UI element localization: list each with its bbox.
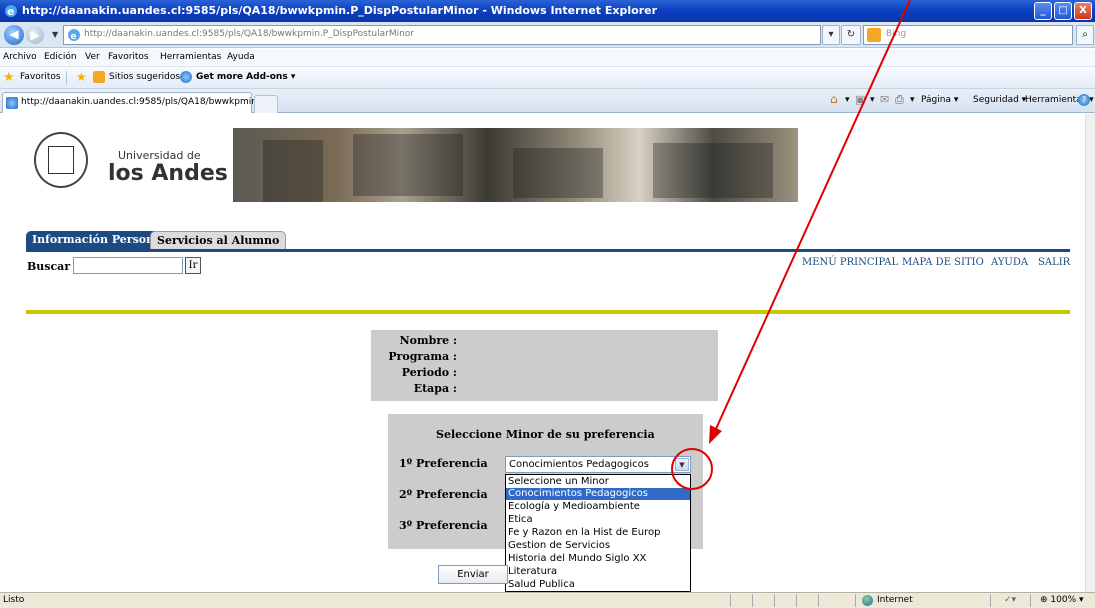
menu-ver[interactable]: Ver (85, 52, 100, 62)
dropdown-option[interactable]: Salud Publica (506, 579, 690, 591)
status-bar: Listo Internet ✓▾ ⊕ 100% ▾ (0, 592, 1095, 608)
search-icon[interactable]: ⌕ (1076, 25, 1094, 45)
dropdown-option[interactable]: Etica (506, 514, 690, 526)
label-programa: Programa : (388, 350, 457, 363)
browser-tab[interactable]: http://daanakin.uandes.cl:9585/pls/QA18/… (2, 92, 268, 113)
dropdown-option[interactable]: Conocimientos Pedagogicos (506, 488, 690, 500)
maximize-button[interactable]: □ (1054, 2, 1072, 20)
minor-form-title: Seleccione Minor de su preferencia (436, 428, 655, 441)
addons-icon (180, 71, 192, 83)
tab-servicios-alumno[interactable]: Servicios al Alumno (150, 231, 287, 249)
feeds-icon[interactable]: ▣ (855, 93, 865, 106)
forward-icon[interactable]: ▶ (26, 26, 44, 44)
addons-link[interactable]: Get more Add-ons ▾ (196, 72, 295, 82)
security-zone: Internet (877, 595, 913, 605)
label-etapa: Etapa : (413, 382, 457, 395)
chevron-down-icon[interactable]: ▾ (845, 95, 850, 105)
mail-icon[interactable]: ✉ (880, 93, 889, 106)
menu-archivo[interactable]: Archivo (3, 52, 37, 62)
security-menu[interactable]: Seguridad ▾ (973, 95, 1026, 105)
dropdown-option[interactable]: Historia del Mundo Siglo XX (506, 553, 690, 565)
preference-1-select[interactable]: Conocimientos Pedagogicos ▼ (505, 456, 691, 473)
close-button[interactable]: X (1074, 2, 1092, 20)
ie-icon: e (5, 5, 17, 18)
dropdown-option[interactable]: Seleccione un Minor (506, 476, 690, 488)
page-menu[interactable]: Página ▾ (921, 95, 958, 105)
menu-herramientas[interactable]: Herramientas (160, 52, 221, 62)
label-nombre: Nombre : (399, 334, 457, 347)
label-periodo: Periodo : (401, 366, 457, 379)
chevron-down-icon[interactable]: ▾ (870, 95, 875, 105)
print-icon[interactable]: ⎙ (895, 93, 904, 107)
university-name-big: los Andes (108, 161, 228, 186)
protected-mode-icon[interactable]: ✓▾ (1004, 595, 1016, 605)
menu-edicion[interactable]: Edición (44, 52, 77, 62)
url-text: http://daanakin.uandes.cl:9585/pls/QA18/… (84, 29, 414, 39)
link-ayuda[interactable]: AYUDA (991, 257, 1028, 268)
preference-3-label: 3º Preferencia (399, 519, 488, 532)
chevron-down-icon[interactable]: ▾ (910, 95, 915, 105)
link-mapa-sitio[interactable]: MAPA DE SITIO (902, 257, 984, 268)
favorites-button[interactable]: Favoritos (20, 72, 61, 82)
student-info-panel: Nombre : Programa : Periodo : Etapa : (371, 330, 718, 401)
dropdown-option[interactable]: Literatura (506, 566, 690, 578)
page-scrollbar[interactable] (1085, 114, 1095, 592)
minor-dropdown-list: Seleccione un Minor Conocimientos Pedago… (505, 474, 691, 592)
tab-underline (26, 249, 1070, 252)
suggested-sites-link[interactable]: Sitios sugeridos ▾ (109, 72, 187, 82)
search-input[interactable]: Bing (863, 25, 1073, 45)
window-title: http://daanakin.uandes.cl:9585/pls/QA18/… (22, 4, 658, 17)
bing-icon (867, 28, 881, 42)
help-icon[interactable]: ? (1078, 94, 1090, 106)
dropdown-option[interactable]: Ecología y Medioambiente (506, 501, 690, 513)
page-content: Universidad de los Andes Información Per… (0, 114, 1095, 592)
preference-2-label: 2º Preferencia (399, 488, 488, 501)
browser-tab-label: http://daanakin.uandes.cl:9585/pls/QA18/… (21, 97, 269, 107)
preference-1-value: Conocimientos Pedagogicos (509, 459, 649, 470)
submit-button[interactable]: Enviar (438, 565, 508, 584)
campus-banner-image (233, 128, 798, 202)
link-salir[interactable]: SALIR (1038, 257, 1070, 268)
svg-text:e: e (7, 5, 14, 18)
search-go-button[interactable]: Ir (185, 257, 201, 274)
internet-zone-icon (862, 595, 873, 606)
home-icon[interactable]: ⌂ (830, 92, 838, 106)
page-icon: e (67, 28, 81, 42)
favorites-bar: ★ Favoritos ★ Sitios sugeridos ▾ Get mor… (0, 67, 1095, 89)
suggested-sites-icon (93, 71, 105, 83)
dropdown-option[interactable]: Fe y Razon en la Hist de Europ (506, 527, 690, 539)
university-seal-logo (34, 132, 88, 188)
site-search-input[interactable] (73, 257, 183, 274)
divider-line (26, 310, 1070, 314)
url-input[interactable]: e http://daanakin.uandes.cl:9585/pls/QA1… (63, 25, 821, 45)
refresh-icon[interactable]: ↻ (841, 25, 861, 45)
url-dropdown-icon[interactable]: ▾ (822, 25, 840, 45)
svg-text:e: e (71, 32, 77, 42)
tab-page-icon (6, 97, 18, 109)
zoom-level[interactable]: ⊕ 100% ▾ (1040, 595, 1084, 605)
favorites-star-icon[interactable]: ★ (3, 70, 15, 85)
window-titlebar: e http://daanakin.uandes.cl:9585/pls/QA1… (0, 0, 1095, 22)
chevron-down-icon[interactable]: ▼ (52, 30, 58, 39)
menu-ayuda[interactable]: Ayuda (227, 52, 255, 62)
browser-tab-bar: http://daanakin.uandes.cl:9585/pls/QA18/… (0, 89, 1095, 113)
add-favorite-icon[interactable]: ★ (76, 70, 87, 84)
search-placeholder: Bing (886, 29, 907, 39)
back-icon[interactable]: ◀ (4, 25, 24, 45)
status-text: Listo (3, 595, 25, 605)
new-tab-button[interactable] (254, 95, 278, 113)
minimize-button[interactable]: _ (1034, 2, 1052, 20)
annotation-circle (671, 448, 713, 490)
link-menu-principal[interactable]: MENÚ PRINCIPAL (802, 257, 898, 268)
search-label: Buscar (27, 260, 71, 273)
address-bar: ◀ ▶ ▼ e http://daanakin.uandes.cl:9585/p… (0, 22, 1095, 48)
dropdown-option[interactable]: Gestion de Servicios (506, 540, 690, 552)
preference-1-label: 1º Preferencia (399, 457, 488, 470)
menu-favoritos[interactable]: Favoritos (108, 52, 149, 62)
menu-bar: Archivo Edición Ver Favoritos Herramient… (0, 49, 1095, 67)
